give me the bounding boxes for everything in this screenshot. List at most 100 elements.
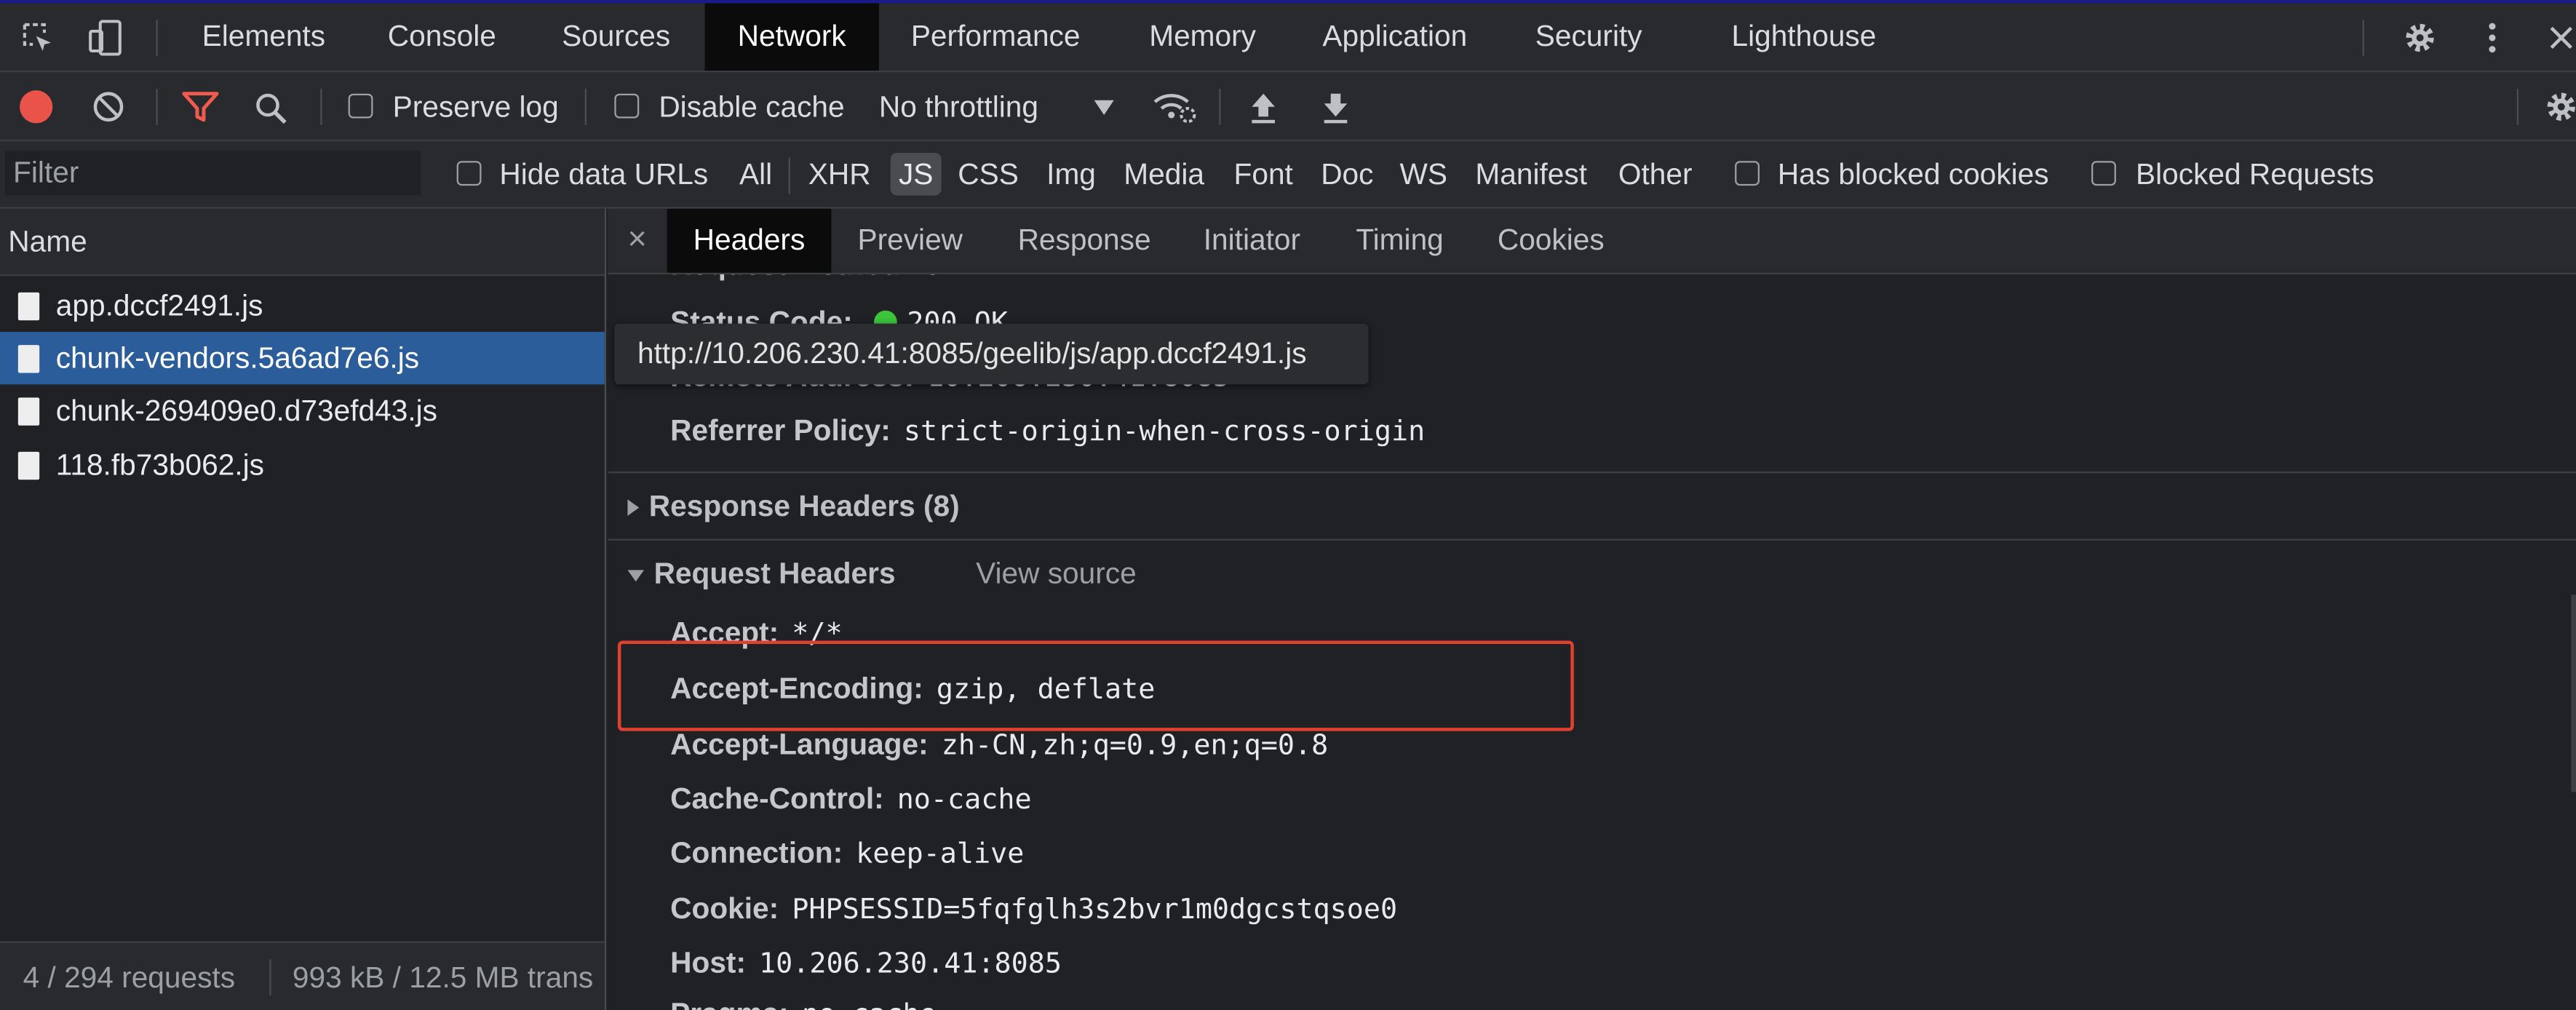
disable-cache-checkbox[interactable] — [614, 93, 640, 119]
hide-data-urls-label[interactable]: Hide data URLs — [499, 141, 708, 207]
devtools-window: Elements Console Sources Network Perform… — [0, 0, 2576, 1010]
filter-type-ws[interactable]: WS — [1400, 141, 1447, 207]
header-value: no-cache — [802, 999, 937, 1010]
tab-initiator[interactable]: Initiator — [1186, 209, 1318, 273]
separator — [156, 20, 158, 56]
network-settings-icon[interactable] — [2543, 89, 2576, 125]
header-row-accept-language: Accept-Language: zh-CN,zh;q=0.9,en;q=0.8 — [670, 728, 1328, 762]
file-icon — [17, 451, 40, 480]
disable-cache-label[interactable]: Disable cache — [659, 72, 844, 141]
header-value: strict-origin-when-cross-origin — [903, 415, 1426, 449]
request-name: chunk-269409e0.d73efd43.js — [55, 394, 438, 428]
tab-headers[interactable]: Headers — [667, 208, 832, 273]
scrollbar-thumb[interactable] — [2571, 595, 2576, 792]
header-value: PHPSESSID=5fqfglh3s2bvr1m0dgcstqsoe0 — [792, 894, 1398, 927]
close-details-icon[interactable]: × — [627, 209, 646, 273]
filter-type-all[interactable]: All — [739, 141, 772, 207]
tab-preview[interactable]: Preview — [841, 209, 979, 273]
tab-timing[interactable]: Timing — [1340, 209, 1459, 273]
tab-memory[interactable]: Memory — [1126, 4, 1280, 71]
tab-application[interactable]: Application — [1298, 4, 1492, 71]
tab-response[interactable]: Response — [999, 209, 1170, 273]
request-row[interactable]: chunk-269409e0.d73efd43.js — [0, 384, 605, 437]
has-blocked-cookies-label[interactable]: Has blocked cookies — [1778, 141, 2049, 207]
filter-type-img[interactable]: Img — [1046, 141, 1096, 207]
close-icon[interactable] — [2546, 23, 2576, 53]
separator — [156, 88, 158, 125]
header-key: Host: — [670, 946, 746, 979]
header-key: Request Method: — [670, 274, 910, 281]
section-divider — [608, 471, 2576, 474]
expand-triangle-icon — [627, 499, 640, 517]
filter-icon[interactable] — [180, 90, 220, 123]
filter-type-doc[interactable]: Doc — [1321, 141, 1373, 207]
header-value: keep-alive — [856, 838, 1025, 871]
preserve-log-checkbox[interactable] — [348, 93, 373, 119]
import-har-icon[interactable] — [1247, 89, 1280, 125]
blocked-requests-label[interactable]: Blocked Requests — [2136, 141, 2374, 207]
header-value: GET — [923, 274, 974, 282]
network-status-bar: 4 / 294 requests 993 kB / 12.5 MB trans — [0, 941, 605, 1010]
request-name: 118.fb73b062.js — [55, 448, 264, 482]
network-conditions-icon[interactable] — [1152, 89, 1198, 125]
tab-cookies[interactable]: Cookies — [1482, 209, 1620, 273]
separator — [584, 88, 587, 125]
name-column-header[interactable]: Name — [0, 208, 605, 277]
record-icon[interactable] — [20, 90, 53, 124]
response-headers-title: Response Headers (8) — [648, 489, 960, 522]
filter-type-xhr[interactable]: XHR — [808, 141, 871, 207]
export-har-icon[interactable] — [1319, 89, 1352, 125]
header-value: no-cache — [897, 783, 1032, 817]
filter-input[interactable]: Filter — [4, 151, 421, 196]
header-key: Cookie: — [670, 891, 779, 926]
search-icon[interactable] — [253, 90, 290, 127]
separator — [2516, 88, 2519, 125]
filter-type-manifest[interactable]: Manifest — [1475, 141, 1587, 207]
filter-type-media[interactable]: Media — [1124, 141, 1204, 207]
main-tab-bar: Elements Console Sources Network Perform… — [0, 3, 2576, 73]
file-icon — [17, 292, 40, 321]
request-row[interactable]: app.dccf2491.js — [0, 279, 605, 332]
hide-data-urls-checkbox[interactable] — [456, 161, 482, 186]
tab-sources[interactable]: Sources — [537, 4, 695, 71]
has-blocked-cookies-checkbox[interactable] — [1735, 161, 1760, 186]
tab-network[interactable]: Network — [704, 3, 879, 71]
header-row-referrer-policy: Referrer Policy: strict-origin-when-cross… — [670, 414, 1425, 448]
filter-type-font[interactable]: Font — [1234, 141, 1293, 207]
header-key: Cache-Control: — [670, 782, 884, 815]
chevron-down-icon[interactable] — [1094, 100, 1114, 116]
request-list-panel: Name app.dccf2491.js chunk-vendors.5a6ad… — [0, 208, 607, 1010]
filter-type-css[interactable]: CSS — [958, 141, 1019, 207]
header-key: Referrer Policy: — [670, 413, 891, 448]
request-row[interactable]: 118.fb73b062.js — [0, 439, 605, 491]
inspect-element-icon[interactable] — [20, 20, 56, 56]
blocked-requests-checkbox[interactable] — [2091, 161, 2116, 186]
request-row-selected[interactable]: chunk-vendors.5a6ad7e6.js — [0, 332, 605, 385]
tab-performance[interactable]: Performance — [887, 4, 1104, 71]
more-options-icon[interactable] — [2484, 18, 2501, 57]
separator — [320, 88, 322, 125]
separator — [269, 959, 271, 996]
tab-elements[interactable]: Elements — [178, 4, 350, 71]
tab-security[interactable]: Security — [1511, 4, 1666, 71]
accept-encoding-highlight-box — [617, 640, 1574, 731]
header-value: 10.206.230.41:8085 — [759, 947, 1062, 981]
file-icon — [17, 345, 40, 373]
request-headers-section[interactable]: Request Headers — [627, 557, 896, 591]
throttling-select[interactable]: No throttling — [879, 72, 1038, 141]
request-count: 4 / 294 requests — [23, 961, 236, 994]
tab-console[interactable]: Console — [362, 4, 522, 71]
tab-lighthouse[interactable]: Lighthouse — [1709, 4, 1899, 71]
filter-type-other[interactable]: Other — [1618, 141, 1693, 207]
header-key: Connection: — [670, 836, 843, 870]
response-headers-section[interactable]: Response Headers (8) — [627, 489, 960, 524]
gear-icon[interactable] — [2402, 20, 2438, 56]
view-source-link[interactable]: View source — [976, 557, 1137, 591]
header-row-host: Host: 10.206.230.41:8085 — [670, 946, 1062, 980]
clear-icon[interactable] — [92, 90, 124, 123]
preserve-log-label[interactable]: Preserve log — [393, 72, 559, 141]
network-toolbar: Preserve log Disable cache No throttling — [0, 72, 2576, 142]
filter-type-js[interactable]: JS — [890, 152, 942, 196]
device-toolbar-icon[interactable] — [85, 18, 124, 57]
section-divider — [608, 538, 2576, 541]
